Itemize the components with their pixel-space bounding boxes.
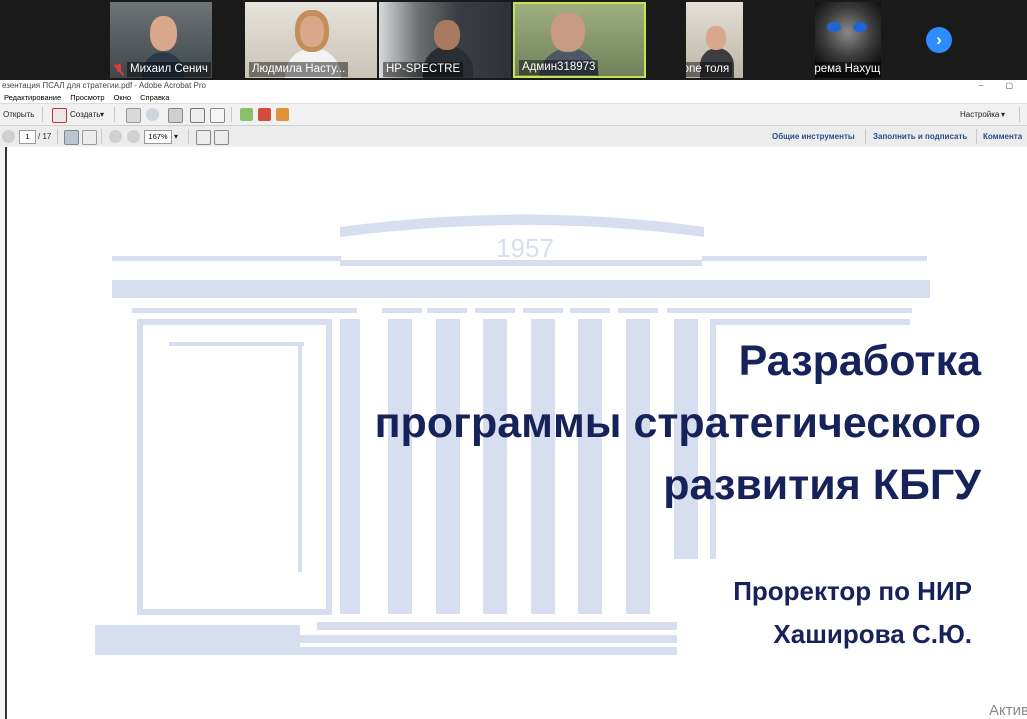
page-down-icon[interactable] [2, 130, 15, 143]
zoom-in-icon[interactable] [127, 130, 140, 143]
page-count: / 17 [38, 132, 52, 141]
hand-tool-icon[interactable] [82, 130, 97, 145]
watermark-year: 1957 [496, 233, 554, 263]
slide-title-line-1: Разработка [738, 337, 981, 385]
document-area[interactable]: 1957 Разработка программы стратегическог… [0, 146, 1027, 719]
menu-window[interactable]: Окно [114, 93, 131, 102]
slide-title-line-3: развития КБГУ [663, 461, 981, 509]
page-number-input[interactable]: 1 [19, 130, 36, 144]
chevron-right-icon[interactable]: › [926, 27, 952, 53]
select-tool-icon[interactable] [64, 130, 79, 145]
toolbar-separator [57, 129, 58, 144]
main-toolbar: Открыть Создать ▾ Настройка ▾ [0, 104, 1027, 126]
menu-edit[interactable]: Редактирование [4, 93, 61, 102]
toolbar-separator [42, 107, 43, 122]
participant-name: HP-SPECTRE [383, 62, 464, 77]
participant-name: Админ318973 [519, 60, 599, 75]
open-button[interactable]: Открыть [3, 108, 34, 121]
comment-panel-link[interactable]: Коммента [983, 130, 1022, 143]
windows-activation-watermark: Актив [989, 702, 1027, 719]
participant-tile[interactable]: Людмила Насту... [245, 2, 377, 78]
toolbar-separator [114, 107, 115, 122]
cloud-icon[interactable] [146, 108, 159, 121]
menu-bar: Редактирование Просмотр Окно Справка [0, 92, 1027, 104]
toolbar-separator [101, 129, 102, 144]
slide-subtitle-line-1: Проректор по НИР [733, 576, 972, 606]
save-icon[interactable] [126, 108, 141, 123]
menu-help[interactable]: Справка [140, 93, 169, 102]
fit-page-icon[interactable] [214, 130, 229, 145]
participant-label: Людмила Насту... [245, 62, 377, 77]
participant-name: iPhone толя [686, 62, 733, 77]
participant-tile[interactable]: HP-SPECTRE [379, 2, 511, 78]
acrobat-window: езентация ПСАЛ для стратегии.pdf - Adobe… [0, 80, 1027, 719]
participant-label: Михаил Сенич [110, 62, 212, 77]
participant-name: Михаил Сенич [127, 62, 211, 77]
toolbar-separator [976, 129, 977, 144]
toolbar-separator [231, 107, 232, 122]
chevron-down-icon[interactable]: ▾ [174, 130, 178, 143]
window-titlebar: езентация ПСАЛ для стратегии.pdf - Adobe… [0, 80, 1027, 92]
participant-tile[interactable]: iPhone толя [686, 2, 743, 78]
mic-muted-icon [114, 63, 124, 76]
navigation-toolbar: 1 / 17 167% ▾ Общие инструменты Заполнит… [0, 126, 1027, 148]
create-pdf-icon[interactable] [52, 108, 67, 123]
toolbar-separator [865, 129, 866, 144]
sign-icon[interactable] [276, 108, 289, 121]
window-controls[interactable]: – ▢ [979, 80, 1023, 92]
zoom-out-icon[interactable] [109, 130, 122, 143]
menu-view[interactable]: Просмотр [70, 93, 104, 102]
zoom-level-input[interactable]: 167% [144, 130, 172, 144]
participant-tile[interactable]: Зарема Нахущ... [815, 2, 881, 78]
toolbar-separator [1019, 107, 1020, 122]
participant-name: Зарема Нахущ... [815, 62, 881, 77]
participant-name: Людмила Насту... [249, 62, 349, 77]
fit-width-icon[interactable] [196, 130, 211, 145]
participant-strip: Михаил Сенич Людмила Насту... HP-SPECTRE [0, 0, 1027, 80]
export-icon[interactable] [240, 108, 253, 121]
edit-icon[interactable] [190, 108, 205, 123]
participant-tile[interactable]: Михаил Сенич [110, 2, 212, 78]
window-title: езентация ПСАЛ для стратегии.pdf - Adobe… [2, 81, 207, 90]
pdf-page: 1957 Разработка программы стратегическог… [5, 147, 1027, 719]
participant-tile[interactable]: Админ318973 [513, 2, 646, 78]
secure-icon[interactable] [258, 108, 271, 121]
slide-subtitle-line-2: Хаширова С.Ю. [773, 619, 972, 649]
participant-label: Админ318973 [515, 60, 644, 75]
create-button[interactable]: Создать [70, 108, 100, 121]
participant-label: HP-SPECTRE [379, 62, 511, 77]
participant-label: Зарема Нахущ... [815, 62, 881, 77]
slide-title-line-2: программы стратегического [374, 399, 981, 447]
chevron-down-icon[interactable]: ▾ [1001, 108, 1005, 121]
customize-button[interactable]: Настройка [960, 108, 999, 121]
tools-panel-link[interactable]: Общие инструменты [772, 130, 855, 143]
toolbar-separator [188, 129, 189, 144]
mail-icon[interactable] [210, 108, 225, 123]
participant-label: iPhone толя [686, 62, 743, 77]
print-icon[interactable] [168, 108, 183, 123]
chevron-down-icon[interactable]: ▾ [100, 108, 104, 121]
fill-sign-panel-link[interactable]: Заполнить и подписать [873, 130, 967, 143]
